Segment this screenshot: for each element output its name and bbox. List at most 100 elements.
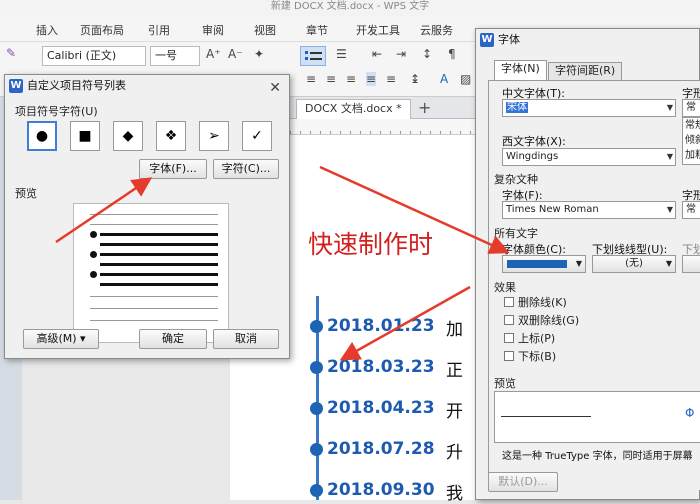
distribute-icon[interactable]: ≡ [386, 72, 396, 86]
font-preview-label: 预览 [494, 377, 516, 390]
document-heading: 快速制作时 [308, 230, 434, 259]
timeline-text: 我 [446, 484, 463, 504]
document-tab[interactable]: DOCX 文档.docx * [296, 99, 411, 119]
tab-view[interactable]: 视图 [254, 22, 276, 38]
color-swatch [507, 260, 567, 268]
shrink-font-icon[interactable]: A⁻ [228, 47, 243, 61]
align-center-icon[interactable]: ≡ [326, 72, 336, 86]
ok-button[interactable]: 确定 [139, 329, 207, 349]
tab-cloud[interactable]: 云服务 [420, 22, 453, 38]
tab-font[interactable]: 字体(N) [494, 60, 547, 81]
underline-select[interactable]: (无) ▼ [592, 255, 676, 273]
shading-icon[interactable]: ▨ [460, 72, 471, 86]
chevron-down-icon: ▼ [666, 103, 673, 112]
truetype-note: 这是一种 TrueType 字体，同时适用于屏幕 [502, 451, 693, 462]
timeline-item: 2018.07.28 升 [310, 436, 480, 463]
symbol-option[interactable]: ◆ [113, 121, 143, 151]
font-dialog: W 字体 字体(N) 字符间距(R) 中文字体(T): 宋体 ▼ 字形 常 常规… [475, 28, 700, 500]
chevron-down-icon: ▼ [666, 205, 673, 214]
add-tab-icon[interactable]: + [418, 98, 431, 117]
decrease-indent-icon[interactable]: ⇤ [372, 47, 382, 61]
tab-insert[interactable]: 插入 [36, 22, 58, 38]
underline-value: (无) [625, 258, 643, 269]
superscript-checkbox[interactable] [504, 333, 514, 343]
font-button[interactable]: 字体(F)... [139, 159, 207, 179]
double-strikethrough-label: 双删除线(G) [518, 314, 580, 327]
symbol-option[interactable]: ● [27, 121, 57, 151]
timeline-text: 开 [446, 402, 463, 422]
preview-symbol: Φ [685, 406, 695, 420]
tab-char-spacing[interactable]: 字符间距(R) [548, 62, 623, 80]
close-icon[interactable]: ✕ [269, 77, 281, 99]
tab-page-layout[interactable]: 页面布局 [80, 22, 124, 38]
symbol-option[interactable]: ❖ [156, 121, 186, 151]
character-button[interactable]: 字符(C)... [213, 159, 279, 179]
cn-font-select[interactable]: 宋体 ▼ [502, 99, 676, 117]
timeline-item: 2018.01.23 加 [310, 313, 480, 340]
symbols-label: 项目符号字符(U) [15, 105, 98, 118]
tab-chapter[interactable]: 章节 [306, 22, 328, 38]
subscript-label: 下标(B) [518, 350, 557, 363]
style-item[interactable]: 加粗 [683, 148, 700, 163]
justify-icon[interactable]: ≡ [366, 72, 377, 86]
style-item[interactable]: 倾斜 [683, 133, 700, 148]
preview-label: 预览 [15, 187, 37, 200]
font-dialog-titlebar: W 字体 [476, 29, 699, 51]
align-right-icon[interactable]: ≡ [346, 72, 356, 86]
align-left-icon[interactable]: ≡ [306, 72, 316, 86]
timeline-text: 加 [446, 320, 463, 340]
cn-font-value: 宋体 [506, 102, 528, 113]
all-text-label: 所有文字 [494, 227, 538, 240]
show-marks-icon[interactable]: ¶ [448, 47, 456, 61]
line-spacing-icon[interactable]: ↨ [410, 72, 420, 86]
bullet-list-dialog: W 自定义项目符号列表 ✕ 项目符号字符(U) ● ■ ◆ ❖ ➢ ✓ 字体(F… [4, 74, 290, 359]
tab-developer[interactable]: 开发工具 [356, 22, 400, 38]
font-size-select[interactable]: 一号 [150, 46, 200, 66]
timeline-item: 2018.09.30 我 [310, 477, 480, 504]
west-font-select[interactable]: Wingdings ▼ [502, 148, 676, 166]
format-painter-icon[interactable]: ✎ [6, 46, 16, 60]
timeline-date: 2018.04.23 [327, 398, 435, 418]
font-dialog-title: 字体 [498, 33, 520, 46]
timeline-date: 2018.03.23 [327, 357, 435, 377]
west-font-value: Wingdings [506, 151, 559, 162]
cancel-button[interactable]: 取消 [213, 329, 279, 349]
font-color-picker[interactable]: ▼ [502, 255, 586, 273]
tab-references[interactable]: 引用 [148, 22, 170, 38]
double-strikethrough-checkbox[interactable] [504, 315, 514, 325]
chevron-down-icon: ▼ [575, 259, 582, 268]
superscript-label: 上标(P) [518, 332, 556, 345]
grow-font-icon[interactable]: A⁺ [206, 47, 221, 61]
style-item[interactable]: 常规 [683, 118, 700, 133]
timeline-dot-icon [310, 402, 323, 415]
subscript-checkbox[interactable] [504, 351, 514, 361]
advanced-button[interactable]: 高级(M) ▾ [23, 329, 99, 349]
symbol-option[interactable]: ➢ [199, 121, 229, 151]
timeline-text: 升 [446, 443, 463, 463]
strikethrough-checkbox[interactable] [504, 297, 514, 307]
complex-style-input[interactable]: 常 [682, 201, 700, 219]
underline-color-picker[interactable] [682, 255, 700, 273]
strikethrough-label: 删除线(K) [518, 296, 567, 309]
timeline-item: 2018.03.23 正 [310, 354, 480, 381]
complex-font-value: Times New Roman [506, 204, 599, 215]
symbol-option[interactable]: ✓ [242, 121, 272, 151]
bullet-dialog-titlebar: W 自定义项目符号列表 ✕ [5, 75, 289, 97]
increase-indent-icon[interactable]: ⇥ [396, 47, 406, 61]
default-button[interactable]: 默认(D)... [488, 472, 558, 492]
numbered-list-icon[interactable]: ☰ [336, 47, 347, 61]
timeline-dot-icon [310, 484, 323, 497]
timeline-date: 2018.07.28 [327, 439, 435, 459]
font-name-select[interactable]: Calibri (正文) [42, 46, 146, 66]
sort-icon[interactable]: ↕ [422, 47, 432, 61]
tab-review[interactable]: 审阅 [202, 22, 224, 38]
highlight-icon[interactable]: A [440, 72, 448, 86]
style-list[interactable]: 常规 倾斜 加粗 [682, 117, 700, 165]
bullet-list-icon[interactable] [300, 46, 326, 66]
timeline-date: 2018.09.30 [327, 480, 435, 500]
complex-font-select[interactable]: Times New Roman ▼ [502, 201, 676, 219]
style-input[interactable]: 常 [682, 99, 700, 117]
timeline-item: 2018.04.23 开 [310, 395, 480, 422]
symbol-option[interactable]: ■ [70, 121, 100, 151]
clear-format-icon[interactable]: ✦ [254, 47, 264, 61]
